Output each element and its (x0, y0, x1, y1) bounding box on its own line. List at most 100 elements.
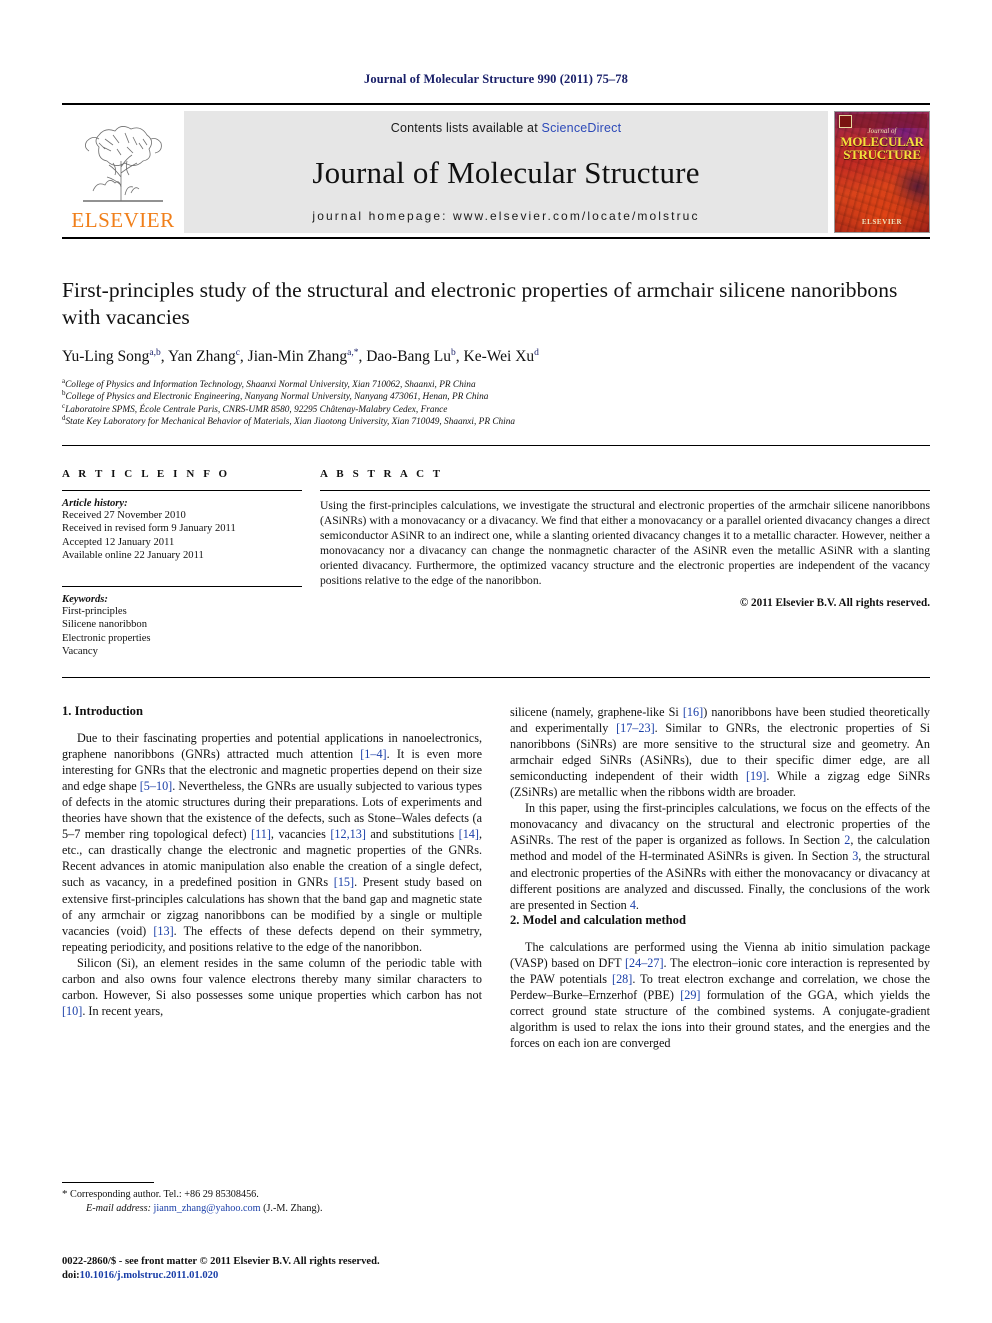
sciencedirect-link[interactable]: ScienceDirect (542, 121, 622, 135)
elsevier-tree-icon (83, 126, 163, 202)
email-label: E-mail address: (86, 1202, 151, 1214)
issn-line: 0022-2860/$ - see front matter © 2011 El… (62, 1256, 380, 1267)
journal-cover-thumbnail[interactable]: Journal of MOLECULAR STRUCTURE ELSEVIER (834, 111, 930, 233)
author-affil-marker[interactable]: a,b (149, 348, 160, 358)
corresponding-author-marker: * (62, 1188, 68, 1200)
journal-masthead: ELSEVIER Contents lists available at Sci… (62, 111, 930, 233)
elsevier-wordmark: ELSEVIER (71, 208, 175, 232)
contents-prefix: Contents lists available at (390, 121, 542, 135)
citation-link[interactable]: [1–4] (360, 747, 386, 761)
citation-link[interactable]: [12,13] (330, 827, 366, 841)
article-info-column: A R T I C L E I N F O Article history: R… (62, 468, 320, 659)
title-bottom-rule (62, 444, 930, 446)
running-head: Journal of Molecular Structure 990 (2011… (364, 72, 628, 86)
citation-link[interactable]: [5–10] (140, 779, 173, 793)
paragraph: Silicon (Si), an element resides in the … (62, 955, 482, 1019)
keyword-item: First-principles (62, 605, 127, 617)
abstract-bottom-rule (62, 676, 930, 678)
text-run: . (635, 897, 639, 912)
cover-publisher-label: ELSEVIER (861, 218, 903, 226)
keywords-label: Keywords: (62, 593, 108, 605)
contents-available-line: Contents lists available at ScienceDirec… (391, 121, 622, 135)
abstract-text: Using the first-principles calculations,… (320, 498, 930, 588)
text-run: Silicon (Si), an element resides in the … (62, 955, 482, 1003)
doi-label: doi: (62, 1269, 80, 1281)
article-history-label: Article history: (62, 497, 128, 509)
abstract-rule (320, 489, 930, 491)
author-affil-marker[interactable]: a,* (347, 348, 358, 358)
citation-link[interactable]: [15] (334, 875, 354, 889)
author-name: Jian-Min Zhang (247, 348, 348, 365)
body-columns: 1. Introduction Due to their fascinating… (62, 704, 930, 1174)
affiliation-item: cLaboratoire SPMS, École Centrale Paris,… (62, 402, 930, 416)
email-link[interactable]: jianm_zhang@yahoo.com (154, 1203, 261, 1214)
citation-link[interactable]: [24–27] (625, 956, 664, 970)
abstract-copyright: © 2011 Elsevier B.V. All rights reserved… (739, 597, 930, 610)
affiliation-item: dState Key Laboratory for Mechanical Beh… (62, 415, 930, 428)
paper-page: Journal of Molecular Structure 990 (2011… (0, 0, 992, 1323)
keywords-block: Keywords: First-principles Silicene nano… (62, 585, 302, 659)
abstract-heading: A B S T R A C T (320, 467, 444, 480)
paragraph: The calculations are performed using the… (510, 939, 930, 1052)
journal-homepage-link[interactable]: journal homepage: www.elsevier.com/locat… (312, 209, 699, 223)
doi-link[interactable]: 10.1016/j.molstruc.2011.01.020 (80, 1270, 219, 1281)
footnote-block: * Corresponding author. Tel.: +86 29 853… (62, 1182, 482, 1215)
keywords-list: First-principles Silicene nanoribbon Ele… (62, 605, 302, 659)
cover-title-line2: STRUCTURE (843, 147, 921, 162)
affiliation-item: bCollege of Physics and Electronic Engin… (62, 390, 930, 403)
keyword-item: Electronic properties (62, 632, 151, 644)
section-heading-introduction: 1. Introduction (62, 703, 143, 718)
article-history-list: Received 27 November 2010 Received in re… (62, 509, 302, 563)
journal-title: Journal of Molecular Structure (312, 154, 700, 190)
affiliation-item: aCollege of Physics and Information Tech… (62, 377, 930, 391)
page-title: First-principles study of the structural… (62, 278, 898, 329)
citation-link[interactable]: [14] (459, 827, 479, 841)
keyword-item: Vacancy (62, 646, 98, 658)
citation-link[interactable]: [13] (153, 924, 173, 938)
history-item: Available online 22 January 2011 (62, 550, 204, 562)
author-separator: , (239, 348, 248, 365)
author-name: Yu-Ling Song (62, 348, 150, 365)
corresponding-author-text: Corresponding author. Tel.: +86 29 85308… (70, 1189, 259, 1200)
citation-link[interactable]: [28] (612, 972, 632, 986)
body-column-right: silicene (namely, graphene-like Si [16])… (510, 704, 930, 1174)
email-note: E-mail address: jianm_zhang@yahoo.com (J… (62, 1202, 482, 1216)
abstract-column: A B S T R A C T Using the first-principl… (320, 468, 930, 659)
citation-link[interactable]: [11] (251, 827, 271, 841)
affiliation-text: State Key Laboratory for Mechanical Beha… (65, 417, 516, 428)
history-item: Accepted 12 January 2011 (62, 536, 175, 548)
text-run: . In recent years, (82, 1004, 164, 1019)
citation-link[interactable]: [29] (680, 988, 700, 1002)
masthead-center-panel: Contents lists available at ScienceDirec… (184, 111, 828, 233)
header-rule (62, 103, 930, 105)
elsevier-logo: ELSEVIER (62, 111, 184, 233)
author-name: Ke-Wei Xu (463, 348, 535, 365)
text-run: and substitutions (365, 827, 459, 842)
citation-link[interactable]: [10] (62, 1004, 82, 1018)
history-item: Received in revised form 9 January 2011 (62, 523, 236, 535)
citation-link[interactable]: [16] (683, 705, 703, 719)
affiliation-text: College of Physics and Electronic Engine… (65, 392, 489, 403)
keyword-item: Silicene nanoribbon (62, 619, 148, 631)
author-name: Dao-Bang Lu (366, 348, 452, 365)
text-run: silicene (namely, graphene-like Si (510, 704, 683, 719)
citation-link[interactable]: [17–23] (616, 721, 655, 735)
title-block: First-principles study of the structural… (62, 239, 930, 429)
affiliation-list: aCollege of Physics and Information Tech… (62, 377, 930, 429)
body-column-left: 1. Introduction Due to their fascinating… (62, 704, 482, 1174)
keywords-rule (62, 585, 302, 587)
text-run: , vacancies (270, 827, 331, 842)
paragraph: silicene (namely, graphene-like Si [16])… (510, 704, 930, 801)
affiliation-text: College of Physics and Information Techn… (65, 380, 476, 390)
corresponding-author-note: * Corresponding author. Tel.: +86 29 853… (62, 1188, 482, 1202)
footnote-rule (62, 1182, 154, 1183)
section-heading-model: 2. Model and calculation method (510, 912, 686, 927)
author-list: Yu-Ling Songa,b, Yan Zhangc, Jian-Min Zh… (62, 348, 930, 366)
author-separator: , (455, 348, 464, 365)
imprint-block: 0022-2860/$ - see front matter © 2011 El… (62, 1255, 492, 1283)
citation-link[interactable]: [19] (746, 769, 766, 783)
paragraph: In this paper, using the first-principle… (510, 800, 930, 913)
author-separator: , (160, 348, 168, 365)
author-affil-marker[interactable]: d (534, 348, 539, 358)
history-item: Received 27 November 2010 (62, 509, 186, 521)
